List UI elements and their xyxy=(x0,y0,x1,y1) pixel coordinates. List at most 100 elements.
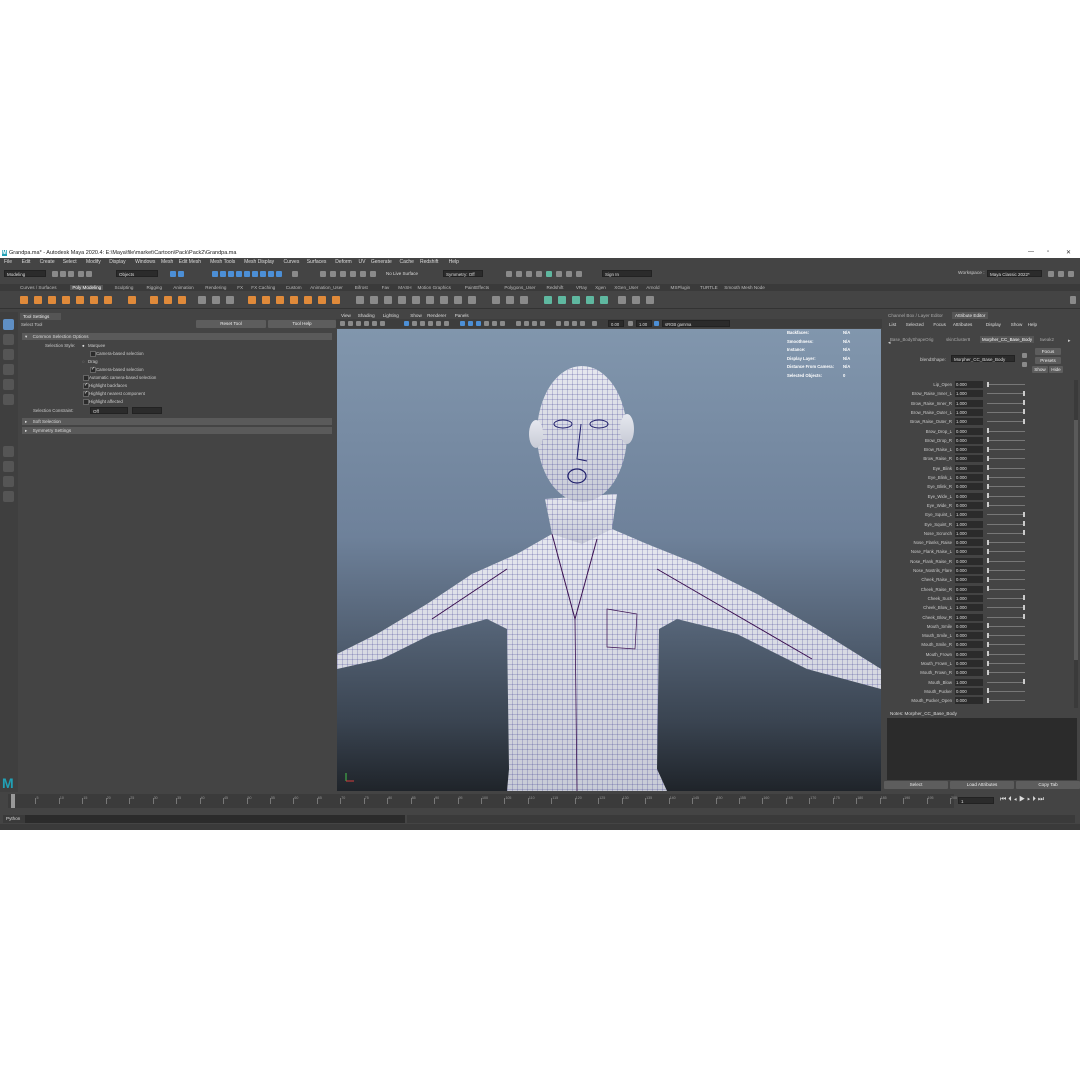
separate-icon[interactable] xyxy=(212,296,220,304)
attribute-slider-track[interactable] xyxy=(987,681,1025,683)
shelf-menu-icon[interactable] xyxy=(1070,296,1076,304)
anti-aliasing-icon[interactable] xyxy=(532,321,537,326)
attribute-slider-handle[interactable] xyxy=(987,586,989,592)
attribute-slider-track[interactable] xyxy=(987,532,1025,534)
viewport-canvas[interactable]: Backfaces: N/A Smoothness: N/A Instance: N/A D… xyxy=(337,329,881,791)
selection-mask-icon[interactable] xyxy=(212,271,218,277)
camera-attributes-icon[interactable] xyxy=(348,321,353,326)
paint-select-tool-icon[interactable] xyxy=(3,349,14,360)
minimize-icon[interactable]: — xyxy=(1028,249,1034,255)
attribute-value-field[interactable]: 0.000 xyxy=(955,622,983,630)
poly-cylinder-icon[interactable] xyxy=(48,296,56,304)
render-settings-icon[interactable] xyxy=(536,271,542,277)
render-frame-icon[interactable] xyxy=(506,271,512,277)
copy-tab-button[interactable]: Copy Tab xyxy=(1016,781,1080,789)
attribute-slider-handle[interactable] xyxy=(1023,418,1025,424)
attribute-slider-track[interactable] xyxy=(987,449,1025,451)
film-gate-icon[interactable] xyxy=(412,321,417,326)
attribute-value-field[interactable]: 1.000 xyxy=(955,604,983,612)
gate-mask-icon[interactable] xyxy=(428,321,433,326)
make-live-icon[interactable] xyxy=(370,271,376,277)
view-transform-icon[interactable] xyxy=(654,321,659,326)
tool-settings-tab[interactable]: Tool Settings xyxy=(20,313,61,320)
extrude-icon[interactable] xyxy=(262,296,270,304)
shelf-tab-arnold[interactable]: Arnold xyxy=(644,285,661,290)
menu-create[interactable]: Create xyxy=(40,259,55,265)
shelf-tab-motion-graphics[interactable]: Motion Graphics xyxy=(416,285,453,290)
wireframe-on-shaded-icon[interactable] xyxy=(476,321,481,326)
attribute-slider-handle[interactable] xyxy=(987,428,989,433)
current-time-indicator[interactable] xyxy=(11,794,15,808)
shelf-tab-turtle[interactable]: TURTLE xyxy=(698,285,720,290)
attribute-slider-handle[interactable] xyxy=(987,539,989,545)
focus-button[interactable]: Focus xyxy=(1035,348,1061,355)
chevron-left-icon[interactable]: ◂ xyxy=(888,340,891,346)
attribute-slider-handle[interactable] xyxy=(1023,390,1025,396)
attribute-value-field[interactable]: 1.000 xyxy=(955,520,983,528)
poly-plane-icon[interactable] xyxy=(90,296,98,304)
two-view-layout-icon[interactable] xyxy=(3,476,14,487)
exposure-field[interactable]: 0.00 xyxy=(608,320,624,327)
attribute-slider-handle[interactable] xyxy=(1023,511,1025,517)
attribute-slider-handle[interactable] xyxy=(987,483,989,489)
attribute-value-field[interactable]: 0.000 xyxy=(955,464,983,472)
blendshape-name-field[interactable]: Morpher_CC_Base_Body xyxy=(951,355,1015,362)
attribute-value-field[interactable]: 1.000 xyxy=(955,408,983,416)
attribute-slider-handle[interactable] xyxy=(1023,679,1025,685)
command-input[interactable] xyxy=(25,815,405,823)
shelf-tab-custom[interactable]: Custom xyxy=(284,285,304,290)
attribute-value-field[interactable]: 0.000 xyxy=(955,501,983,509)
attribute-value-field[interactable]: 0.000 xyxy=(955,474,983,481)
select-tool-icon[interactable] xyxy=(3,319,14,330)
selection-mask-icon[interactable] xyxy=(244,271,250,277)
cylindrical-mapping-icon[interactable] xyxy=(520,296,528,304)
attribute-slider-track[interactable] xyxy=(987,486,1025,488)
shelf-tab-mash[interactable]: MASH xyxy=(396,285,413,290)
shelf-tab-bifrost[interactable]: Bifrost xyxy=(353,285,370,290)
viewport-menu-panels[interactable]: Panels xyxy=(455,313,469,318)
tab-channel-box[interactable]: Channel Box / Layer Editor xyxy=(888,313,943,318)
symmetry-dropdown[interactable]: Symmetry: Off xyxy=(443,270,483,277)
menu-mesh-display[interactable]: Mesh Display xyxy=(244,259,274,265)
attribute-slider-track[interactable] xyxy=(987,439,1025,441)
attribute-slider-handle[interactable] xyxy=(987,651,989,657)
shelf-tab-painteffects[interactable]: PaintEffects xyxy=(463,285,491,290)
menu-mesh-tools[interactable]: Mesh Tools xyxy=(210,259,235,265)
attribute-value-field[interactable]: 0.000 xyxy=(955,641,983,649)
select-button[interactable]: Select xyxy=(884,781,948,789)
menu-file[interactable]: File xyxy=(4,259,12,265)
svg-icon[interactable] xyxy=(178,296,186,304)
attribute-slider-handle[interactable] xyxy=(987,502,989,508)
selection-mask-icon[interactable] xyxy=(236,271,242,277)
attribute-slider-track[interactable] xyxy=(987,411,1025,413)
render-view-icon[interactable] xyxy=(516,271,522,277)
attribute-scrollbar[interactable] xyxy=(1074,380,1078,708)
ipr-render-icon[interactable] xyxy=(526,271,532,277)
tab-attribute-editor[interactable]: Attribute Editor xyxy=(952,312,989,319)
ae-menu-help[interactable]: Help xyxy=(1028,322,1037,327)
duplicate-face-icon[interactable] xyxy=(468,296,476,304)
attribute-slider-handle[interactable] xyxy=(1023,604,1025,610)
symmetry-settings-header[interactable]: ▸ Symmetry Settings xyxy=(22,427,332,434)
attribute-slider-handle[interactable] xyxy=(1023,530,1025,536)
soft-selection-header[interactable]: ▸ Soft Selection xyxy=(22,418,332,425)
rotate-tool-icon[interactable] xyxy=(3,379,14,390)
node-tab-tweak2[interactable]: tweak2 xyxy=(1038,336,1056,343)
shelf-tab-fx[interactable]: FX xyxy=(235,285,245,290)
image-plane-icon[interactable] xyxy=(364,321,369,326)
attribute-value-field[interactable]: 1.000 xyxy=(955,511,983,519)
ae-menu-show[interactable]: Show xyxy=(1011,322,1023,327)
attribute-slider-track[interactable] xyxy=(987,477,1025,478)
boolean-icon[interactable] xyxy=(248,296,256,304)
attribute-slider-track[interactable] xyxy=(987,523,1025,525)
camera-icon[interactable] xyxy=(340,321,345,326)
shelf-tab-redshift[interactable]: Redshift xyxy=(545,285,566,290)
attribute-slider-handle[interactable] xyxy=(987,558,989,564)
ae-menu-attributes[interactable]: Attributes xyxy=(953,322,972,327)
target-weld-icon[interactable] xyxy=(356,296,364,304)
light-editor-icon[interactable] xyxy=(566,271,572,277)
close-icon[interactable]: ✕ xyxy=(1066,249,1071,256)
safe-action-icon[interactable] xyxy=(444,321,449,326)
poly-disc-icon[interactable] xyxy=(104,296,112,304)
shelf-tab-fx-caching[interactable]: FX Caching xyxy=(249,285,277,290)
